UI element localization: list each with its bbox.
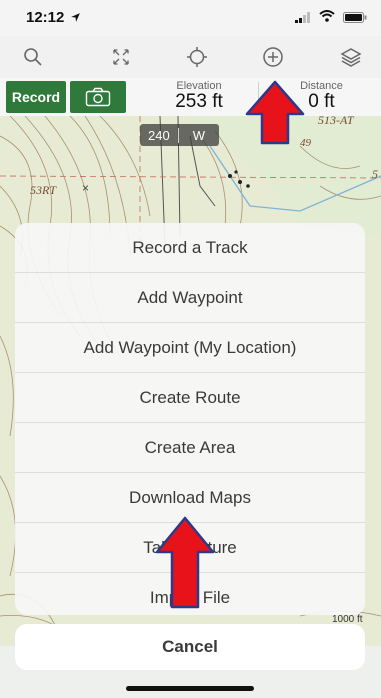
- expand-icon[interactable]: [108, 44, 134, 70]
- battery-icon: [343, 12, 367, 23]
- locate-icon[interactable]: [184, 44, 210, 70]
- add-waypoint-option[interactable]: Add Waypoint: [15, 273, 365, 323]
- app-screen: 12:12 Record Elevation 253 ft Distance 0…: [0, 0, 381, 698]
- search-icon[interactable]: [20, 44, 46, 70]
- record-track-option[interactable]: Record a Track: [15, 223, 365, 273]
- map-heading-badge: 240 W: [140, 124, 219, 146]
- annotation-arrow-up-icon-2: [155, 516, 215, 609]
- add-waypoint-my-location-option[interactable]: Add Waypoint (My Location): [15, 323, 365, 373]
- camera-icon: [85, 87, 111, 107]
- create-route-option[interactable]: Create Route: [15, 373, 365, 423]
- heading-direction: W: [177, 127, 219, 143]
- annotation-arrow-up-icon: [245, 80, 305, 145]
- elevation-value: 253 ft: [175, 91, 223, 112]
- home-indicator: [126, 686, 254, 691]
- map-label-4: ×: [82, 181, 89, 195]
- elevation-stat: Elevation 253 ft: [140, 80, 258, 113]
- record-button[interactable]: Record: [6, 81, 66, 113]
- heading-value: 240: [148, 127, 170, 143]
- location-arrow-icon: [71, 13, 80, 22]
- wifi-icon: [319, 10, 335, 22]
- status-time: 12:12: [26, 9, 65, 26]
- stats-bar: Record Elevation 253 ft Distance 0 ft: [0, 78, 381, 117]
- map-label-5: 5: [372, 167, 378, 181]
- cancel-button[interactable]: Cancel: [15, 624, 365, 670]
- map-label-1: 513-AT: [318, 116, 355, 127]
- create-area-option[interactable]: Create Area: [15, 423, 365, 473]
- toolbar: [0, 36, 381, 79]
- camera-button[interactable]: [70, 81, 126, 113]
- status-bar: 12:12: [0, 0, 381, 36]
- map-label-3: 53RT: [30, 183, 57, 197]
- layers-icon[interactable]: [338, 44, 364, 70]
- add-icon[interactable]: [260, 44, 286, 70]
- signal-icon: [295, 12, 310, 23]
